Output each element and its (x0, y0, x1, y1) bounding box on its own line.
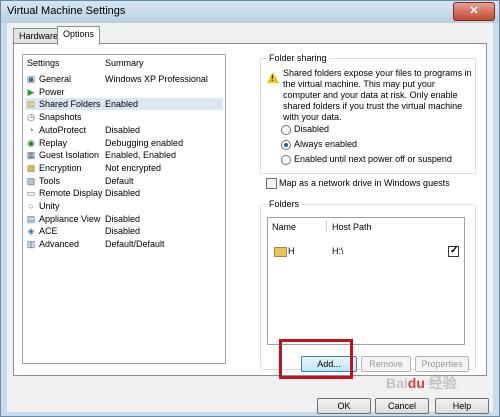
folder-icon (274, 247, 287, 257)
settings-column-header[interactable]: Settings (27, 58, 60, 68)
settings-item-name: Replay (39, 137, 68, 148)
check-icon: ✓ (450, 245, 459, 256)
cancel-button[interactable]: Cancel (375, 398, 429, 414)
settings-item-summary: Disabled (105, 188, 141, 199)
host-path-column-header[interactable]: Host Path (332, 222, 372, 232)
autoprotect-icon: ◔ (28, 124, 34, 135)
folder-host-path: H:\ (332, 246, 344, 256)
settings-item-summary: Default (105, 175, 134, 186)
settings-item-name: General (39, 74, 72, 84)
settings-item-general[interactable]: ▣ General Windows XP Professional (25, 73, 223, 85)
settings-item-name: AutoProtect (39, 124, 87, 135)
settings-item-summary: Disabled (105, 226, 141, 237)
options-panel: Settings Summary ▣ General Windows XP Prof… (13, 43, 487, 376)
settings-list-header: Settings Summary (23, 55, 225, 71)
ok-button[interactable]: OK (317, 398, 371, 414)
settings-item-unity[interactable]: ○ Unity (25, 200, 223, 212)
settings-item-name: Remote Display (39, 188, 103, 199)
map-network-drive-label[interactable]: Map as a network drive in Windows guests (279, 178, 450, 189)
settings-item-snapshots[interactable]: ◷ Snapshots (25, 111, 223, 123)
settings-item-appliance-view[interactable]: ▤ Appliance View Disabled (25, 213, 223, 225)
radio-enabled-until-label[interactable]: Enabled until next power off or suspend (294, 154, 452, 165)
settings-item-power[interactable]: ▶ Power (25, 86, 223, 98)
add-button-highlight (279, 339, 353, 379)
advanced-icon: ▥ (26, 239, 36, 250)
settings-item-name: Appliance View (39, 213, 101, 224)
dialog-body: Hardware Options Settings Summary ▣ Gener… (7, 23, 493, 414)
radio-always-enabled-label[interactable]: Always enabled (294, 139, 357, 150)
encryption-icon: ▩ (26, 162, 36, 173)
remote-display-icon: ▭ (26, 188, 36, 199)
settings-item-summary: Not encrypted (105, 162, 162, 173)
settings-item-name: Tools (39, 175, 61, 186)
remove-button[interactable]: Remove (361, 356, 411, 372)
settings-item-name: Guest Isolation (39, 150, 100, 161)
column-separator (326, 220, 327, 232)
folder-sharing-title: Folder sharing (267, 53, 329, 63)
settings-list[interactable]: Settings Summary ▣ General Windows XP Prof… (22, 54, 226, 364)
snapshots-icon: ◷ (27, 112, 35, 123)
settings-item-summary: Windows XP Professional (105, 74, 208, 84)
radio-disabled-dot[interactable] (281, 125, 291, 135)
settings-item-tools[interactable]: ▨ Tools Default (25, 175, 223, 187)
replay-icon: ◉ (27, 137, 35, 148)
close-button[interactable]: ✕ (453, 2, 495, 21)
settings-item-shared-folders[interactable]: ▤ Shared Folders Enabled (25, 98, 223, 111)
close-icon: ✕ (469, 5, 479, 17)
general-icon: ▣ (26, 74, 36, 84)
settings-item-name: Snapshots (39, 112, 82, 123)
settings-item-summary: Disabled (105, 213, 141, 224)
folders-title: Folders (267, 199, 302, 209)
help-button[interactable]: Help (435, 398, 489, 414)
settings-item-ace[interactable]: ◈ ACE Disabled (25, 225, 223, 237)
settings-item-summary: Debugging enabled (105, 137, 184, 148)
settings-item-remote-display[interactable]: ▭ Remote Display Disabled (25, 187, 223, 199)
tools-icon: ▨ (26, 175, 36, 186)
settings-item-encryption[interactable]: ▩ Encryption Not encrypted (25, 162, 223, 174)
folder-name: H (288, 246, 295, 256)
power-icon: ▶ (27, 86, 35, 97)
settings-item-summary: Enabled (105, 99, 139, 110)
settings-item-summary: Disabled (105, 124, 141, 135)
properties-button[interactable]: Properties (415, 356, 469, 372)
folders-table[interactable]: Name Host Path H H:\ ✓ (267, 217, 465, 345)
settings-item-summary: Default/Default (105, 239, 165, 250)
radio-disabled-label[interactable]: Disabled (294, 124, 329, 135)
settings-item-name: Unity (39, 201, 60, 211)
guest-isolation-icon: ▦ (26, 150, 36, 161)
folder-enabled-checkbox[interactable]: ✓ (448, 245, 459, 257)
folder-sharing-group: Folder sharing ! Shared folders expose y… (260, 53, 476, 174)
settings-item-autoprotect[interactable]: ◔ AutoProtect Disabled (25, 124, 223, 136)
name-column-header[interactable]: Name (272, 222, 296, 232)
ace-icon: ◈ (27, 226, 35, 237)
summary-column-header[interactable]: Summary (105, 58, 144, 68)
settings-item-name: Encryption (39, 162, 82, 173)
title-bar[interactable]: Virtual Machine Settings ✕ (1, 1, 499, 23)
shared-folders-icon: ▤ (26, 99, 36, 110)
window-title: Virtual Machine Settings (7, 5, 126, 17)
settings-item-replay[interactable]: ◉ Replay Debugging enabled (25, 137, 223, 149)
settings-item-name: Shared Folders (39, 99, 101, 110)
watermark-logo: Baidu 经验 (386, 375, 457, 391)
appliance-view-icon: ▤ (26, 213, 36, 224)
unity-icon: ○ (28, 201, 34, 211)
settings-item-advanced[interactable]: ▥ Advanced Default/Default (25, 238, 223, 250)
warning-icon: ! (267, 72, 279, 83)
map-network-drive-box[interactable] (266, 178, 277, 189)
warning-text: Shared folders expose your files to prog… (283, 68, 472, 122)
settings-item-name: ACE (39, 226, 58, 237)
radio-always-enabled-dot[interactable] (281, 140, 291, 150)
radio-enabled-until-dot[interactable] (281, 155, 291, 165)
settings-item-name: Power (39, 86, 65, 97)
settings-item-name: Advanced (39, 239, 80, 250)
vm-settings-window: Virtual Machine Settings ✕ Hardware Opti… (0, 0, 500, 417)
tab-options[interactable]: Options (57, 26, 101, 45)
settings-item-guest-isolation[interactable]: ▦ Guest Isolation Enabled, Enabled (25, 149, 223, 161)
settings-item-summary: Enabled, Enabled (105, 150, 177, 161)
